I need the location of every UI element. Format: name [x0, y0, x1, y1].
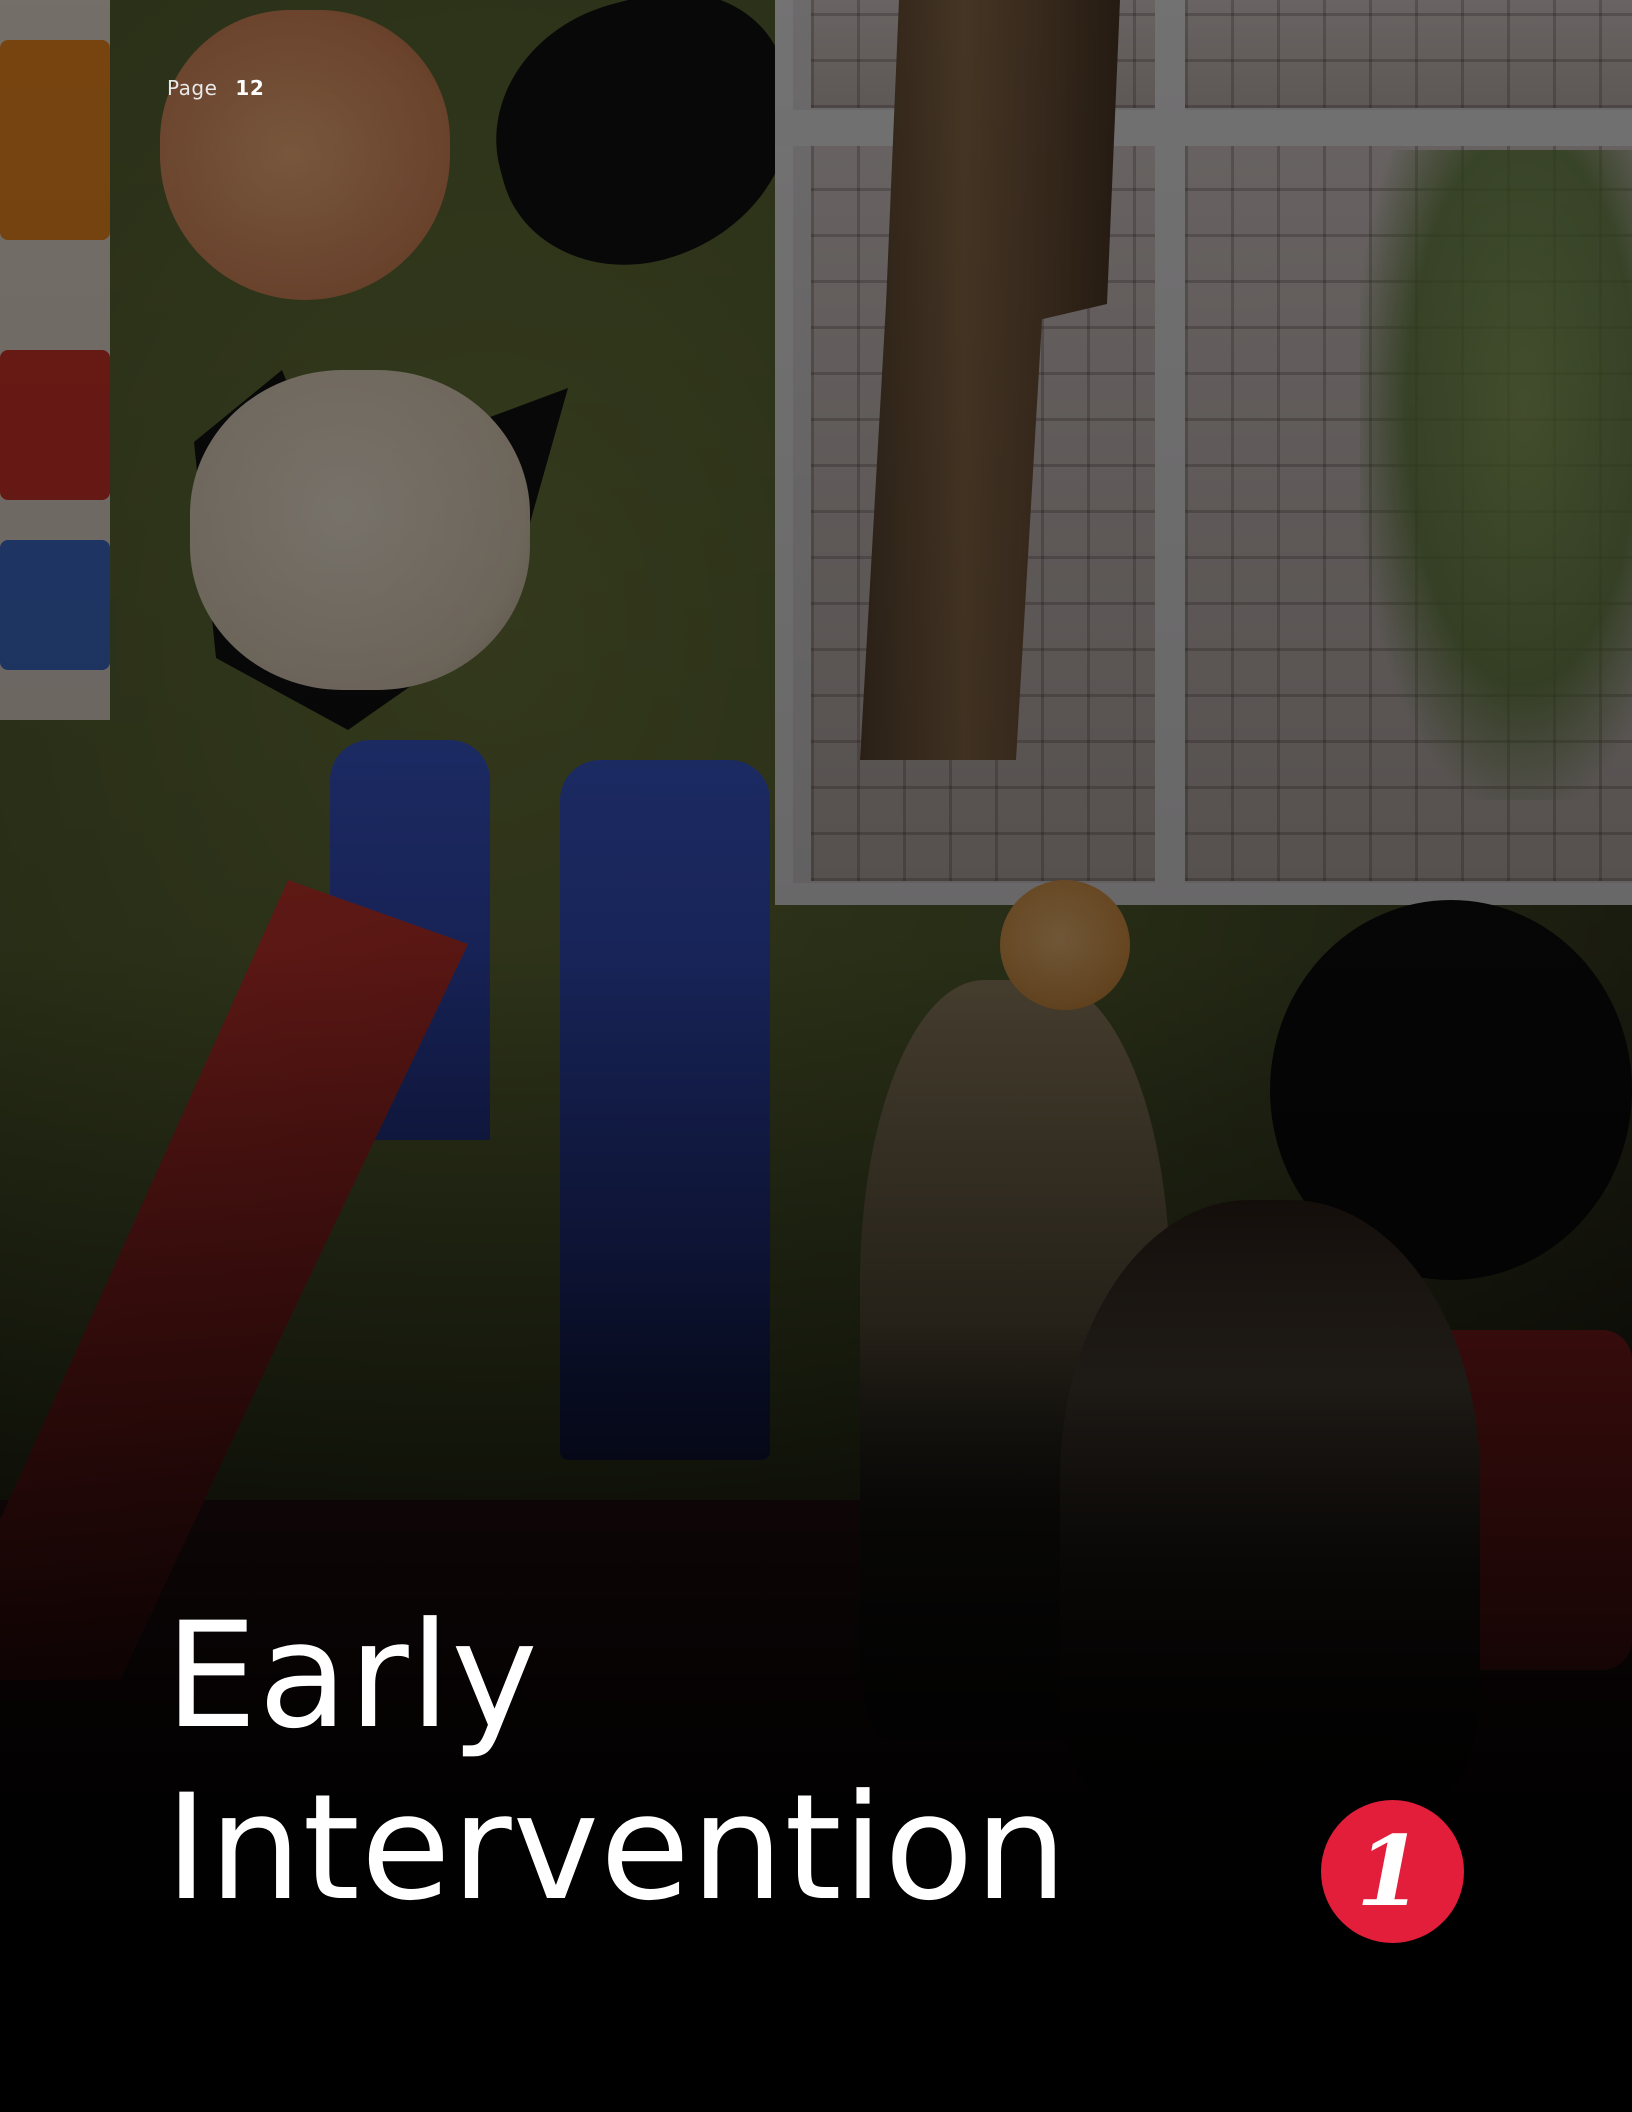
document-page: Page 12 Early Intervention 1	[0, 0, 1632, 2112]
title-line-1: Early	[165, 1591, 539, 1761]
section-title: Early Intervention	[165, 1590, 1068, 1934]
title-line-2: Intervention	[165, 1763, 1069, 1933]
page-label-text: Page	[167, 76, 218, 100]
page-number-label: Page 12	[167, 76, 264, 100]
page-number: 12	[235, 76, 265, 100]
section-number: 1	[1356, 1814, 1423, 1928]
section-number-badge: 1	[1321, 1800, 1464, 1943]
